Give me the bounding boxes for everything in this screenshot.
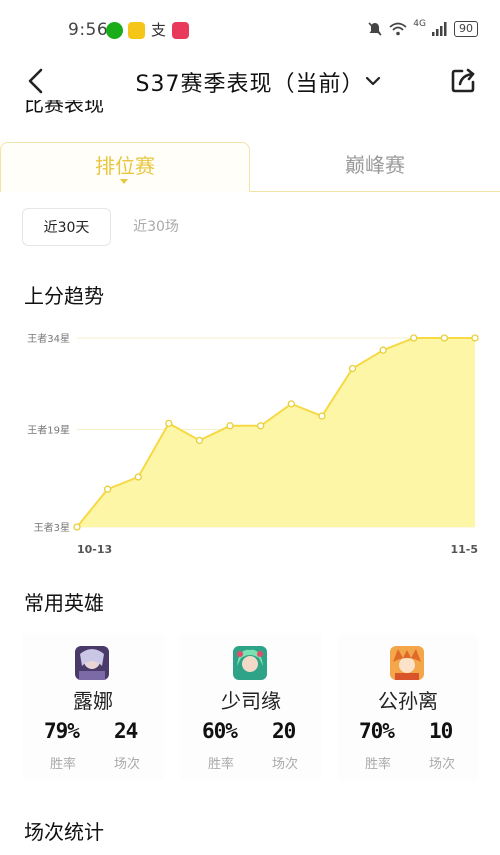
trend-point (195, 436, 204, 445)
hero-name: 少司缘 (221, 689, 281, 713)
tab-ranked[interactable]: 排位赛 (0, 142, 250, 192)
status-time: 9:56 (68, 20, 109, 40)
tab-peak[interactable]: 巅峰赛 (250, 142, 500, 192)
trend-area (77, 338, 475, 527)
hero-card[interactable]: 少司缘 60% 20 胜率 场次 (180, 633, 322, 781)
filter-30-games[interactable]: 近30场 (120, 208, 192, 246)
y-tick-label: 王者34星 (27, 333, 70, 345)
status-bar: 9:56 支 4G 90 (0, 0, 500, 60)
hero-portrait-icon (390, 646, 424, 680)
trend-point (226, 422, 234, 430)
x-tick-label: 11-5 (450, 543, 478, 556)
hero-name: 公孙离 (378, 689, 438, 713)
trend-point (379, 346, 387, 354)
trend-point (103, 485, 112, 493)
hero-win-rate: 60% (202, 719, 238, 743)
hero-win-rate: 70% (359, 719, 395, 743)
trend-point (287, 400, 295, 408)
hero-games: 24 (114, 719, 138, 743)
hero-name: 露娜 (73, 689, 113, 713)
trend-point (348, 364, 357, 373)
hero-games: 20 (272, 719, 296, 743)
y-tick-label: 王者19星 (27, 424, 70, 436)
stats-title: 场次统计 (24, 820, 104, 844)
win-rate-label: 胜率 (365, 757, 392, 772)
trend-point (471, 334, 479, 342)
network-type: 4G (413, 19, 426, 29)
signal-icon (432, 22, 447, 36)
heroes-title: 常用英雄 (24, 591, 104, 615)
hero-card[interactable]: 露娜 79% 24 胜率 场次 (22, 633, 164, 781)
trend-point (440, 334, 449, 342)
trend-title: 上分趋势 (24, 284, 104, 308)
trend-point (134, 473, 142, 481)
hero-win-rate: 79% (44, 719, 80, 743)
trend-point (257, 422, 265, 430)
trend-point (73, 523, 81, 531)
y-tick-label: 王者3星 (34, 522, 70, 534)
status-app-icons: 支 (106, 22, 189, 39)
page-title[interactable]: S37赛季表现（当前） (0, 66, 500, 98)
win-rate-label: 胜率 (50, 757, 77, 772)
status-system-icons: 4G 90 (367, 19, 478, 37)
filter-30-days[interactable]: 近30天 (22, 208, 111, 246)
games-label: 场次 (429, 757, 456, 772)
rank-trend-chart: 王者3星 王者19星 王者34星 10-13 11-5 (27, 333, 479, 556)
mute-icon (368, 22, 382, 36)
trend-point (410, 334, 418, 342)
page-header: S37赛季表现（当前） (0, 60, 500, 104)
chevron-down-icon[interactable] (360, 68, 386, 94)
app-icon (172, 22, 189, 39)
hero-games: 10 (429, 719, 453, 743)
win-rate-label: 胜率 (208, 757, 235, 772)
hero-portrait-icon (75, 646, 109, 680)
hero-avatar (233, 646, 267, 680)
alipay-icon: 支 (150, 21, 166, 39)
trend-point (318, 412, 326, 420)
section-title-performance: 比赛表现 (24, 100, 104, 116)
tab-active-indicator (120, 179, 128, 184)
games-label: 场次 (272, 757, 299, 772)
hero-avatar (390, 646, 424, 680)
tab-divider (250, 191, 500, 192)
x-tick-label: 10-13 (77, 543, 112, 556)
share-icon[interactable] (448, 66, 478, 96)
app-icon (128, 22, 145, 39)
games-label: 场次 (114, 757, 141, 772)
battery-icon: 90 (454, 21, 478, 37)
hero-card[interactable]: 公孙离 70% 10 胜率 场次 (337, 633, 479, 781)
trend-point (165, 419, 173, 428)
wechat-icon (106, 22, 123, 39)
hero-avatar (75, 646, 109, 680)
wifi-icon (389, 22, 407, 36)
hero-portrait-icon (233, 646, 267, 680)
